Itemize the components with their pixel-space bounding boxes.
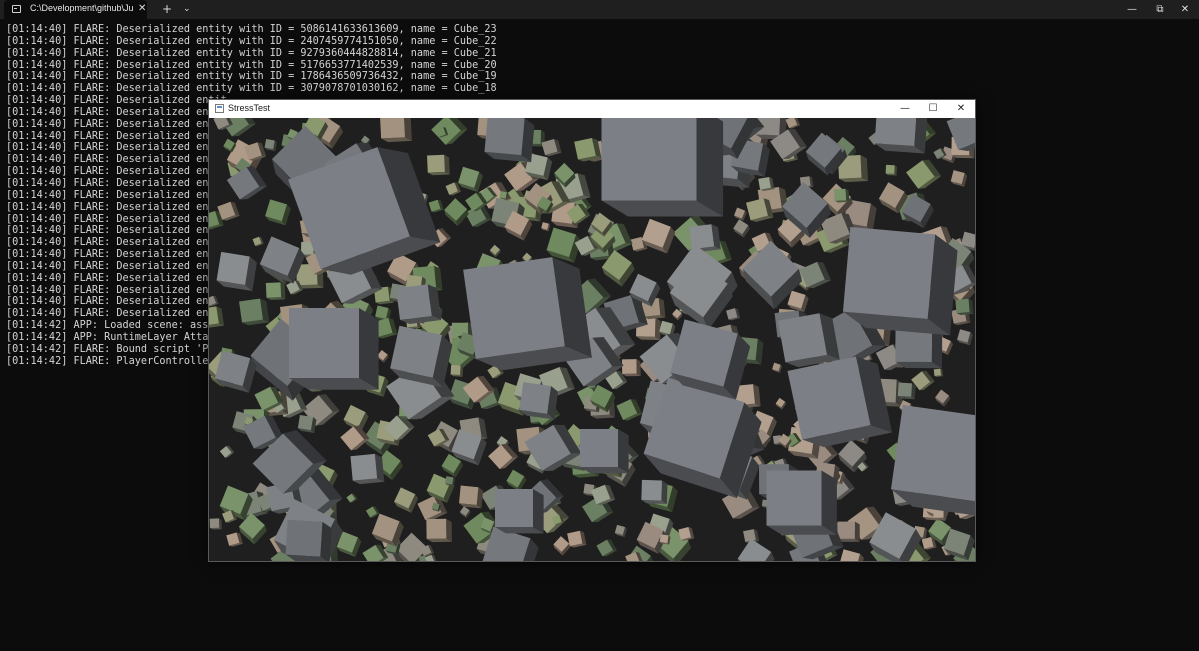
cube xyxy=(842,226,958,336)
cube xyxy=(659,534,671,545)
app-title-bar[interactable]: StressTest — ☐ ✕ xyxy=(209,100,975,118)
cube xyxy=(459,485,484,509)
cube xyxy=(519,382,559,420)
cube xyxy=(621,359,641,377)
cube xyxy=(426,518,452,543)
cube xyxy=(396,284,442,325)
tab-title: C:\Development\github\Jump xyxy=(30,3,134,13)
close-icon[interactable]: ✕ xyxy=(138,2,146,16)
restore-button[interactable]: ⧉ xyxy=(1146,0,1174,19)
stresstest-window[interactable]: StressTest — ☐ ✕ xyxy=(208,99,976,562)
app-window-icon xyxy=(215,104,224,113)
close-button[interactable]: ✕ xyxy=(1171,0,1199,19)
cube xyxy=(955,298,974,315)
chevron-down-icon[interactable]: ⌄ xyxy=(183,1,191,17)
terminal-icon xyxy=(12,5,21,13)
cube xyxy=(450,364,464,377)
cube xyxy=(463,257,592,371)
cube xyxy=(885,164,898,176)
render-viewport[interactable] xyxy=(209,118,975,561)
cube xyxy=(484,118,535,163)
terminal-tab[interactable]: C:\Development\github\Jump ✕ xyxy=(4,0,147,19)
cube xyxy=(897,382,916,400)
cube xyxy=(641,479,668,505)
cube-scene xyxy=(209,118,975,561)
cube xyxy=(837,521,860,542)
console-line: [01:14:40] FLARE: Deserialized entity wi… xyxy=(6,83,497,95)
cube xyxy=(766,470,837,535)
cube xyxy=(580,429,629,474)
cube xyxy=(285,519,332,561)
cube xyxy=(833,188,850,203)
cube xyxy=(379,118,412,143)
new-tab-button[interactable]: + xyxy=(162,1,172,17)
cube xyxy=(427,154,450,176)
cube xyxy=(495,489,544,534)
console-line: [01:14:40] FLARE: Deserialized entity wi… xyxy=(6,24,497,35)
tab-bar: C:\Development\github\Jump ✕ + ⌄ — ⧉ ✕ xyxy=(0,0,1199,19)
cube xyxy=(758,176,775,191)
app-minimize-button[interactable]: — xyxy=(891,100,919,118)
console-line: [01:14:40] FLARE: Deserialized entity wi… xyxy=(6,59,497,71)
cube xyxy=(265,282,286,300)
cube xyxy=(350,453,385,485)
console-line: [01:14:40] FLARE: Deserialized entity wi… xyxy=(6,35,497,47)
console-line: [01:14:40] FLARE: Deserialized entity wi… xyxy=(6,71,497,83)
cube xyxy=(874,118,928,154)
cube xyxy=(777,313,840,368)
cube xyxy=(933,368,944,377)
cube xyxy=(601,118,724,217)
cube xyxy=(209,518,223,530)
app-close-button[interactable]: ✕ xyxy=(947,100,975,118)
cube xyxy=(239,298,270,326)
minimize-button[interactable]: — xyxy=(1118,0,1146,19)
console-line: [01:14:40] FLARE: Deserialized entity wi… xyxy=(6,47,497,59)
app-title: StressTest xyxy=(228,103,271,113)
cube xyxy=(289,308,379,390)
app-maximize-button[interactable]: ☐ xyxy=(919,100,947,118)
